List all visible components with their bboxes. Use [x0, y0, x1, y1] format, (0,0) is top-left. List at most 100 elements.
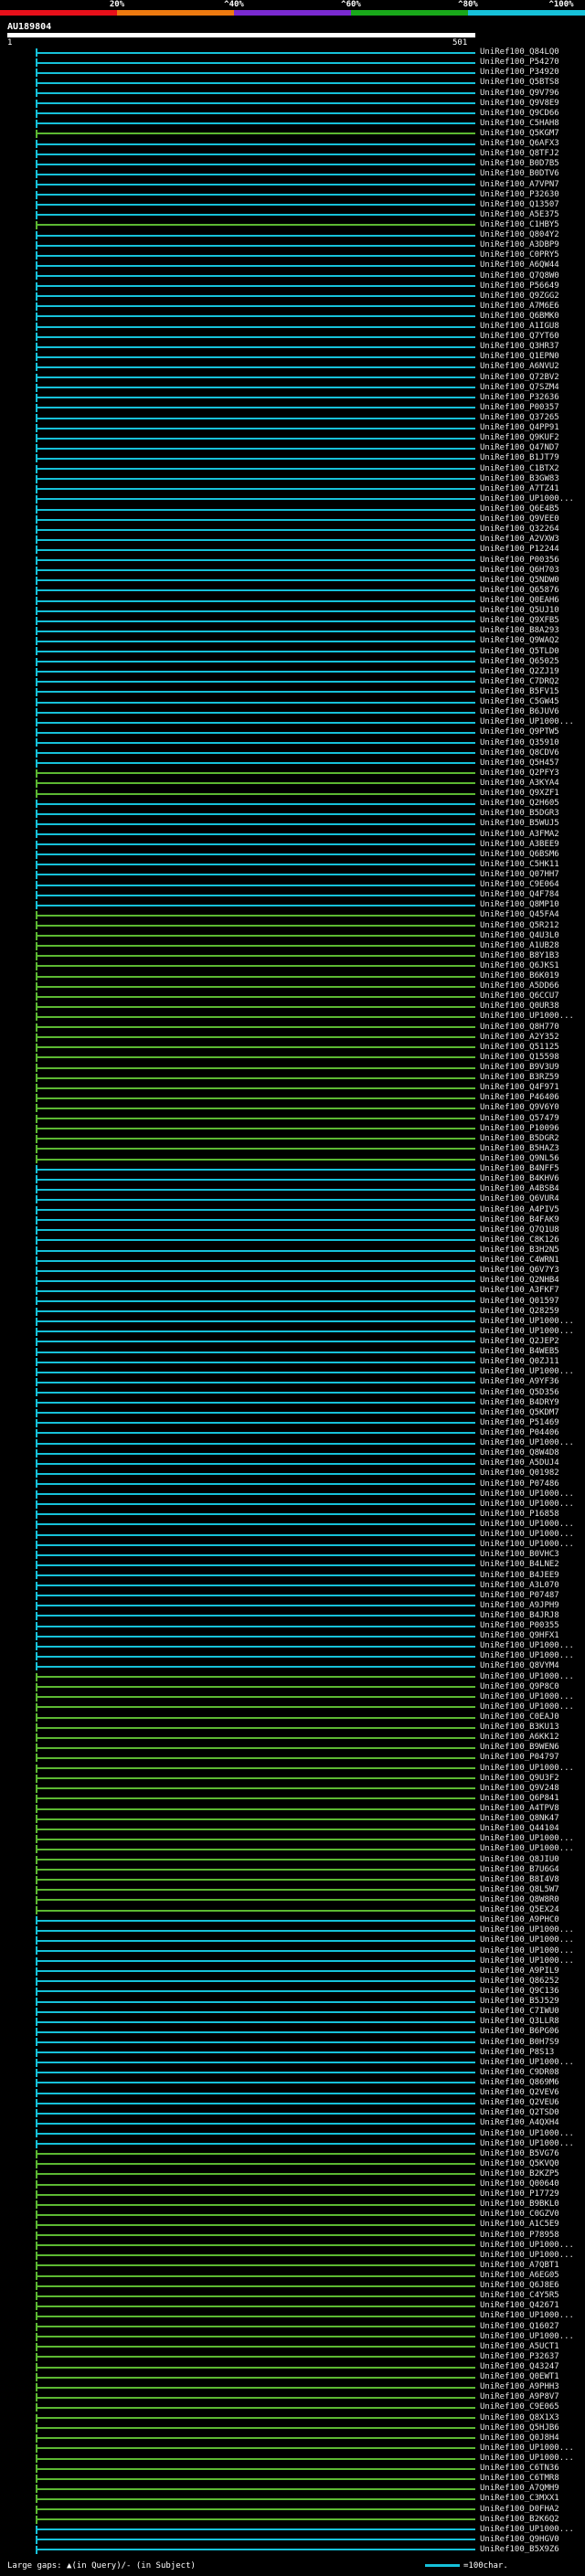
hit-label[interactable]: UniRef100_UP1000...: [480, 1368, 574, 1376]
hit-label[interactable]: UniRef100_Q6P841: [480, 1794, 559, 1803]
hit-bar[interactable]: [35, 1767, 475, 1769]
hit-bar[interactable]: [35, 1756, 475, 1759]
hit-label[interactable]: UniRef100_Q9VEE0: [480, 515, 559, 524]
hit-label[interactable]: UniRef100_Q8X1X3: [480, 2413, 559, 2422]
hit-bar[interactable]: [35, 81, 475, 84]
hit-label[interactable]: UniRef100_B9BKL0: [480, 2200, 559, 2209]
hit-bar[interactable]: [35, 1472, 475, 1475]
hit-label[interactable]: UniRef100_A3KYA4: [480, 779, 559, 788]
hit-bar[interactable]: [35, 1249, 475, 1252]
hit-label[interactable]: UniRef100_Q8L5W7: [480, 1885, 559, 1894]
hit-label[interactable]: UniRef100_Q8W4D8: [480, 1449, 559, 1458]
hit-bar[interactable]: [35, 2386, 475, 2389]
hit-label[interactable]: UniRef100_A1C5E9: [480, 2221, 559, 2229]
hit-label[interactable]: UniRef100_B6JUV6: [480, 708, 559, 716]
hit-bar[interactable]: [35, 1980, 475, 1983]
hit-label[interactable]: UniRef100_Q6AFX3: [480, 140, 559, 148]
hit-bar[interactable]: [35, 701, 475, 704]
hit-label[interactable]: UniRef100_P00356: [480, 556, 559, 565]
hit-label[interactable]: UniRef100_Q8VYM4: [480, 1662, 559, 1670]
hit-bar[interactable]: [35, 528, 475, 531]
hit-label[interactable]: UniRef100_Q6H703: [480, 566, 559, 575]
hit-label[interactable]: UniRef100_UP1000...: [480, 1936, 574, 1945]
hit-bar[interactable]: [35, 427, 475, 429]
hit-label[interactable]: UniRef100_Q9NL56: [480, 1155, 559, 1163]
hit-label[interactable]: UniRef100_Q4U3L0: [480, 931, 559, 940]
hit-label[interactable]: UniRef100_Q9HFX1: [480, 1632, 559, 1640]
hit-label[interactable]: UniRef100_A3FKF7: [480, 1287, 559, 1295]
hit-bar[interactable]: [35, 925, 475, 927]
hit-label[interactable]: UniRef100_A7TZ41: [480, 484, 559, 493]
hit-bar[interactable]: [35, 1279, 475, 1282]
hit-bar[interactable]: [35, 1076, 475, 1079]
hit-bar[interactable]: [35, 661, 475, 663]
hit-label[interactable]: UniRef100_UP1000...: [480, 1692, 574, 1701]
hit-label[interactable]: UniRef100_UP1000...: [480, 1317, 574, 1326]
hit-bar[interactable]: [35, 122, 475, 125]
hit-label[interactable]: UniRef100_Q35910: [480, 738, 559, 747]
hit-label[interactable]: UniRef100_B1JT79: [480, 454, 559, 462]
hit-bar[interactable]: [35, 264, 475, 267]
hit-bar[interactable]: [35, 1330, 475, 1333]
hit-bar[interactable]: [35, 2528, 475, 2531]
hit-bar[interactable]: [35, 2417, 475, 2419]
hit-label[interactable]: UniRef100_A7QMH9: [480, 2485, 559, 2493]
hit-label[interactable]: UniRef100_B4JRJ8: [480, 1611, 559, 1620]
hit-label[interactable]: UniRef100_Q9WAQ2: [480, 637, 559, 645]
hit-label[interactable]: UniRef100_Q6JKS1: [480, 961, 559, 970]
hit-label[interactable]: UniRef100_B3KU13: [480, 1723, 559, 1732]
hit-label[interactable]: UniRef100_A2VXW3: [480, 535, 559, 544]
hit-label[interactable]: UniRef100_P32637: [480, 2352, 559, 2361]
hit-bar[interactable]: [35, 1219, 475, 1222]
hit-label[interactable]: UniRef100_Q2VEU6: [480, 2099, 559, 2107]
hit-bar[interactable]: [35, 2041, 475, 2043]
hit-label[interactable]: UniRef100_Q43247: [480, 2363, 559, 2371]
hit-label[interactable]: UniRef100_B4WEB5: [480, 1348, 559, 1356]
hit-bar[interactable]: [35, 935, 475, 938]
hit-label[interactable]: UniRef100_A5DUJ4: [480, 1459, 559, 1468]
hit-label[interactable]: UniRef100_B4NFF5: [480, 1165, 559, 1173]
hit-bar[interactable]: [35, 1128, 475, 1130]
hit-bar[interactable]: [35, 1635, 475, 1638]
hit-label[interactable]: UniRef100_Q0EWT1: [480, 2373, 559, 2381]
hit-bar[interactable]: [35, 802, 475, 805]
hit-bar[interactable]: [35, 1107, 475, 1109]
hit-label[interactable]: UniRef100_Q65876: [480, 586, 559, 595]
hit-bar[interactable]: [35, 2163, 475, 2166]
hit-label[interactable]: UniRef100_A9JPH9: [480, 1601, 559, 1610]
hit-label[interactable]: UniRef100_A6QW44: [480, 261, 559, 270]
hit-bar[interactable]: [35, 1392, 475, 1394]
hit-label[interactable]: UniRef100_P10096: [480, 1124, 559, 1133]
hit-bar[interactable]: [35, 387, 475, 389]
hit-label[interactable]: UniRef100_Q7SZM4: [480, 383, 559, 392]
hit-label[interactable]: UniRef100_Q869M6: [480, 2078, 559, 2087]
hit-bar[interactable]: [35, 1706, 475, 1709]
hit-bar[interactable]: [35, 102, 475, 105]
hit-label[interactable]: UniRef100_Q9V796: [480, 89, 559, 98]
hit-bar[interactable]: [35, 1483, 475, 1485]
hit-bar[interactable]: [35, 1645, 475, 1648]
hit-label[interactable]: UniRef100_Q42671: [480, 2302, 559, 2310]
hit-bar[interactable]: [35, 1422, 475, 1425]
hit-label[interactable]: UniRef100_Q5UJ10: [480, 607, 559, 615]
hit-label[interactable]: UniRef100_UP1000...: [480, 1956, 574, 1966]
hit-label[interactable]: UniRef100_C5HAH8: [480, 119, 559, 128]
hit-bar[interactable]: [35, 2244, 475, 2247]
hit-label[interactable]: UniRef100_P07486: [480, 1479, 559, 1489]
hit-label[interactable]: UniRef100_Q8NK47: [480, 1815, 559, 1823]
hit-label[interactable]: UniRef100_P78958: [480, 2231, 559, 2240]
hit-bar[interactable]: [35, 1087, 475, 1089]
hit-label[interactable]: UniRef100_B8I4V8: [480, 1875, 559, 1884]
hit-bar[interactable]: [35, 2213, 475, 2216]
hit-label[interactable]: UniRef100_UP1000...: [480, 1520, 574, 1529]
hit-bar[interactable]: [35, 1869, 475, 1871]
hit-label[interactable]: UniRef100_UP1000...: [480, 2251, 574, 2260]
hit-label[interactable]: UniRef100_Q8W8R0: [480, 1895, 559, 1904]
hit-bar[interactable]: [35, 143, 475, 145]
hit-bar[interactable]: [35, 2487, 475, 2490]
hit-bar[interactable]: [35, 2549, 475, 2551]
hit-label[interactable]: UniRef100_Q7YT60: [480, 333, 559, 341]
hit-bar[interactable]: [35, 1442, 475, 1445]
hit-bar[interactable]: [35, 843, 475, 846]
hit-bar[interactable]: [35, 731, 475, 734]
